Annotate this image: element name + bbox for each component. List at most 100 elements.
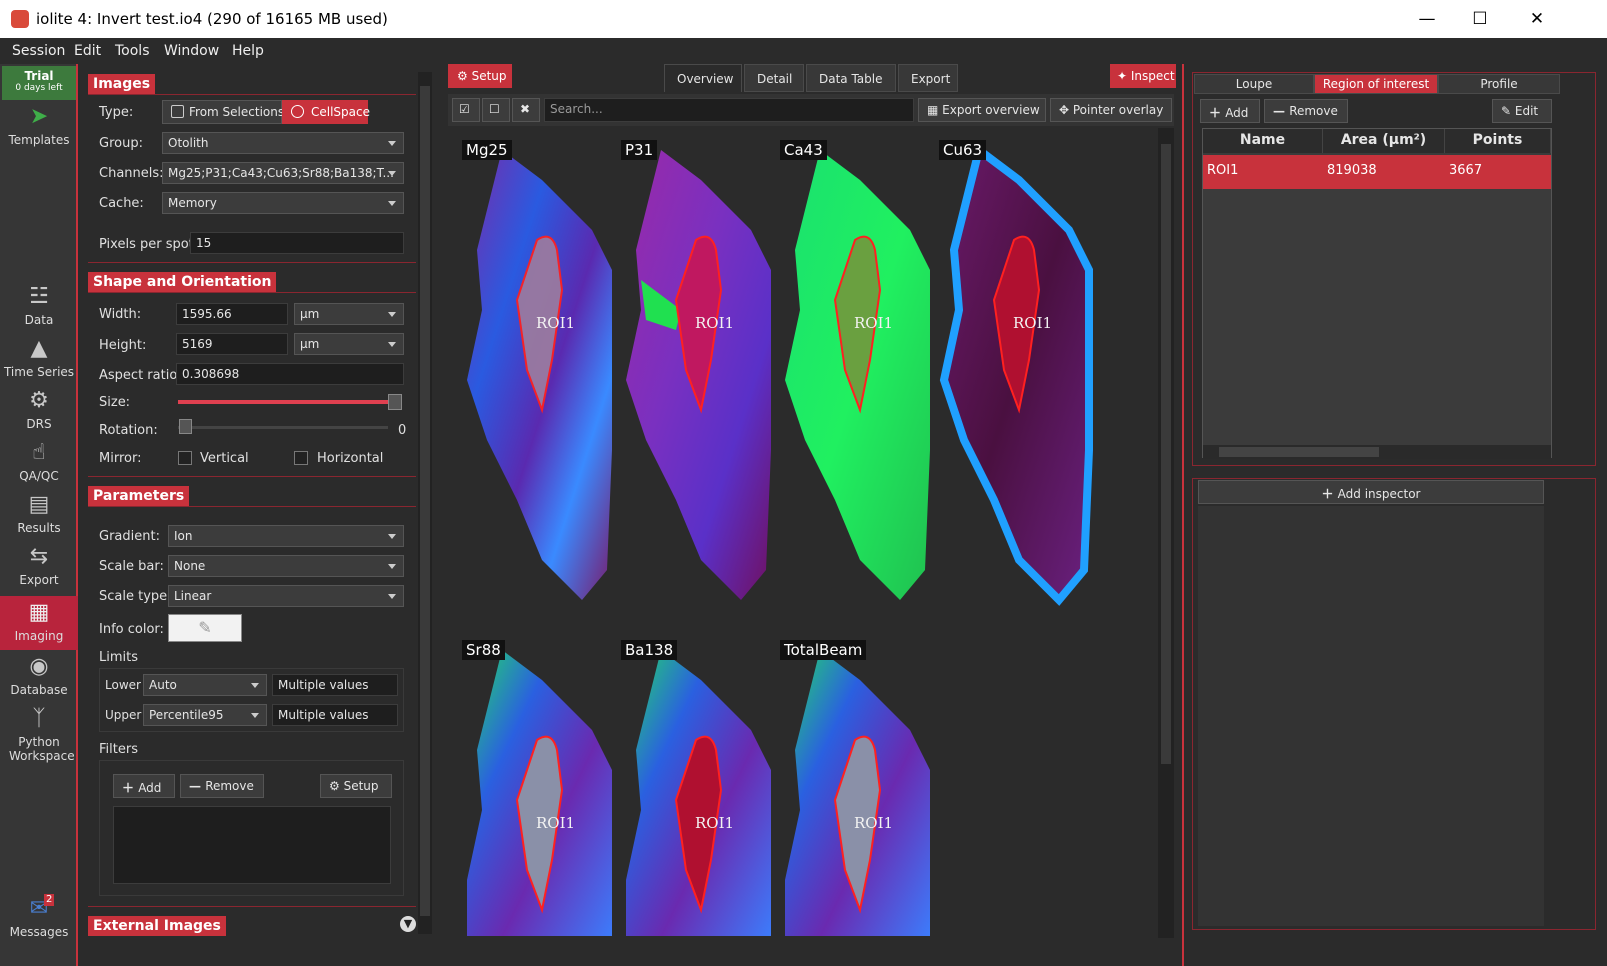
roi-table[interactable]: Name Area (µm²) Points ROI1 819038 3667 — [1202, 128, 1552, 459]
filter-remove-label: Remove — [205, 779, 254, 793]
column-points[interactable]: Points — [1445, 129, 1551, 153]
upper-mode-select[interactable]: Percentile95 — [143, 704, 267, 726]
vertical-checkbox[interactable] — [178, 451, 192, 465]
pointer-overlay-label: Pointer overlay — [1072, 103, 1164, 117]
tab-loupe[interactable]: Loupe — [1194, 74, 1314, 94]
lower-value-input[interactable]: Multiple values — [272, 674, 398, 696]
rotation-slider-track[interactable] — [178, 426, 388, 429]
menu-edit[interactable]: Edit — [74, 43, 101, 59]
nav-templates[interactable]: ➤ Templates — [0, 104, 78, 147]
pointer-overlay-button[interactable]: ✥ Pointer overlay — [1050, 98, 1172, 122]
channel-panel-totalbeam[interactable]: TotalBeam ROI1 — [780, 640, 940, 950]
aspect-ratio-input[interactable]: 0.308698 — [176, 363, 404, 385]
table-hscrollbar[interactable] — [1203, 445, 1551, 459]
column-name[interactable]: Name — [1203, 129, 1323, 153]
settings-scrollbar[interactable] — [418, 72, 432, 934]
cache-select[interactable]: Memory — [162, 192, 404, 214]
menu-window[interactable]: Window — [164, 43, 219, 59]
height-input[interactable]: 5169 — [176, 333, 288, 355]
filter-remove-button[interactable]: — Remove — [180, 774, 264, 798]
menu-tools[interactable]: Tools — [115, 43, 150, 59]
nav-imaging[interactable]: ▦ Imaging — [0, 596, 78, 650]
width-unit-select[interactable]: µm — [294, 303, 404, 325]
menu-help[interactable]: Help — [232, 43, 264, 59]
rotation-slider-handle[interactable] — [179, 419, 192, 434]
lower-mode-select[interactable]: Auto — [143, 674, 267, 696]
tab-data-table[interactable]: Data Table — [806, 64, 896, 92]
wand-icon: ✦ — [1117, 69, 1131, 83]
channel-panel-ca43[interactable]: Ca43 ROI1 — [780, 140, 940, 635]
roi-remove-button[interactable]: — Remove — [1264, 99, 1348, 123]
size-slider-track[interactable] — [178, 400, 392, 404]
trial-badge[interactable]: Trial 0 days left — [2, 66, 76, 100]
nav-qaqc[interactable]: ☝ QA/QC — [0, 440, 78, 483]
tab-overview[interactable]: Overview — [664, 64, 742, 92]
nav-database[interactable]: ◉ Database — [0, 654, 78, 697]
search-input[interactable]: Search... — [544, 98, 914, 122]
overview-scroll-thumb[interactable] — [1161, 144, 1171, 764]
settings-panel: Images Type: From Selections CellSpace G… — [80, 64, 436, 966]
filters-list[interactable] — [113, 806, 391, 884]
uncheck-all-button[interactable]: ☐ — [482, 98, 510, 122]
chevron-down-icon[interactable]: ▼ — [400, 916, 416, 932]
nav-messages[interactable]: ✉ 2 Messages — [0, 894, 78, 939]
table-hscroll-thumb[interactable] — [1219, 447, 1379, 457]
images-divider — [88, 94, 416, 95]
scale-bar-select[interactable]: None — [168, 555, 404, 577]
group-select[interactable]: Otolith — [162, 132, 404, 154]
table-row[interactable]: ROI1 819038 3667 — [1203, 155, 1551, 189]
minus-icon: — — [1273, 104, 1290, 118]
cellspace-button[interactable]: CellSpace — [282, 100, 370, 124]
tab-detail[interactable]: Detail — [744, 64, 804, 92]
from-selections-button[interactable]: From Selections — [162, 100, 284, 124]
add-inspector-button[interactable]: ＋ Add inspector — [1198, 480, 1544, 504]
width-input[interactable]: 1595.66 — [176, 303, 288, 325]
channels-select[interactable]: Mg25;P31;Ca43;Cu63;Sr88;Ba138;T... — [162, 162, 404, 184]
size-slider-handle[interactable] — [388, 394, 402, 410]
channel-panel-p31[interactable]: P31 ROI1 — [621, 140, 781, 635]
minimize-button[interactable]: — — [1412, 7, 1442, 31]
channel-panel-ba138[interactable]: Ba138 ROI1 — [621, 640, 781, 950]
aspect-ratio-label: Aspect ratio: — [99, 368, 182, 383]
channel-panel-sr88[interactable]: Sr88 ROI1 — [462, 640, 622, 950]
roi-label: ROI1 — [1013, 314, 1053, 332]
close-button[interactable]: ✕ — [1522, 7, 1552, 31]
roi-add-button[interactable]: ＋ Add — [1200, 99, 1260, 123]
setup-button[interactable]: ⚙ Setup — [448, 64, 512, 88]
tab-export[interactable]: Export — [898, 64, 958, 92]
scale-type-select[interactable]: Linear — [168, 585, 404, 607]
gradient-select[interactable]: Ion — [168, 525, 404, 547]
horizontal-checkbox[interactable] — [294, 451, 308, 465]
height-unit-select[interactable]: µm — [294, 333, 404, 355]
pixels-per-spot-input[interactable]: 15 — [190, 232, 404, 254]
settings-scroll-thumb[interactable] — [420, 86, 430, 916]
info-color-button[interactable]: ✎ — [168, 614, 242, 642]
channel-panel-cu63[interactable]: Cu63 ROI1 — [939, 140, 1099, 635]
channel-label-sr88: Sr88 — [462, 640, 505, 660]
nav-python-workspace[interactable]: ᛉ Python Workspace — [0, 706, 78, 763]
image-overview[interactable]: Mg25 ROI1 P31 ROI1 Ca43 ROI1 Cu63 ROI1 S… — [450, 126, 1160, 950]
column-area[interactable]: Area (µm²) — [1323, 129, 1445, 153]
nav-time-series[interactable]: ▲ Time Series — [0, 336, 78, 379]
channel-panel-mg25[interactable]: Mg25 ROI1 — [462, 140, 622, 635]
scale-type-label: Scale type: — [99, 589, 172, 604]
inspector-area[interactable] — [1198, 506, 1544, 926]
menu-session[interactable]: Session — [12, 43, 65, 59]
nav-data[interactable]: ☳ Data — [0, 284, 78, 327]
filter-setup-button[interactable]: ⚙ Setup — [320, 774, 392, 798]
clear-button[interactable]: ✖ — [512, 98, 540, 122]
overview-scrollbar[interactable] — [1158, 128, 1174, 938]
export-overview-button[interactable]: ▦ Export overview — [918, 98, 1046, 122]
nav-export[interactable]: ⇆ Export — [0, 544, 78, 587]
tab-profile[interactable]: Profile — [1438, 74, 1560, 94]
check-all-button[interactable]: ☑ — [452, 98, 480, 122]
filter-add-button[interactable]: ＋ Add — [113, 774, 175, 798]
maximize-button[interactable]: ☐ — [1465, 7, 1495, 31]
roi-edit-button[interactable]: ✎ Edit — [1492, 99, 1552, 123]
nav-drs[interactable]: ⚙ DRS — [0, 388, 78, 431]
inspect-button[interactable]: ✦ Inspect — [1110, 64, 1176, 88]
nav-results[interactable]: ▤ Results — [0, 492, 78, 535]
upper-value-input[interactable]: Multiple values — [272, 704, 398, 726]
filter-setup-label: Setup — [343, 779, 379, 793]
tab-region-of-interest[interactable]: Region of interest — [1314, 74, 1438, 94]
